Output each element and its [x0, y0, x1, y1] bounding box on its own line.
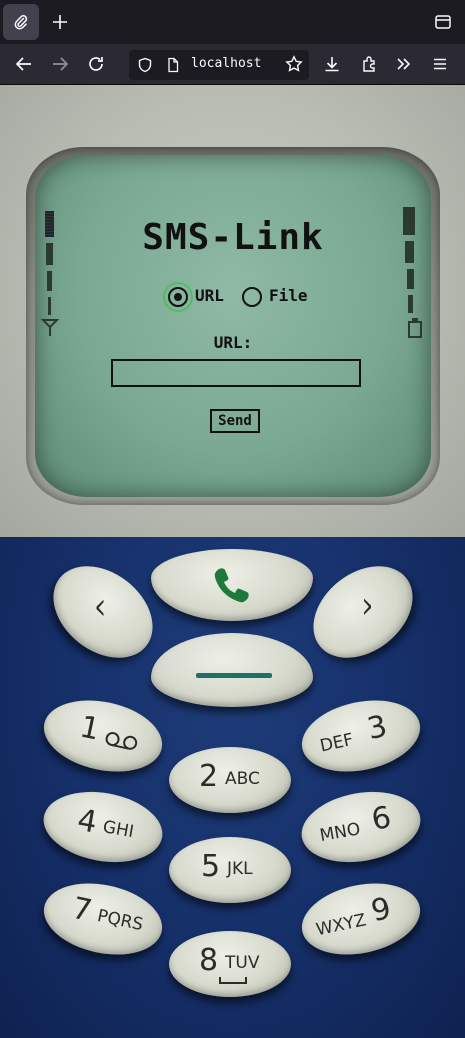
keypad: ^ ^ 1 2 ABC DEF 3 4 GHI 5 JKL MNO 6 7 PQ…	[0, 537, 465, 1038]
key-8-letters: TUV	[225, 953, 260, 973]
url-input[interactable]	[111, 359, 361, 387]
hamburger-icon	[434, 58, 446, 70]
key-5-letters: JKL	[227, 859, 253, 879]
star-icon	[285, 55, 303, 72]
key-7-letters: PQRS	[95, 906, 145, 936]
navigation-toolbar: localhost	[0, 44, 465, 85]
page-icon	[165, 57, 181, 73]
soft-right-caret-icon: ^	[345, 595, 376, 618]
tab-list-button[interactable]	[433, 12, 453, 32]
right-soft-key[interactable]: ^	[295, 547, 431, 677]
forward-button[interactable]	[48, 52, 72, 76]
key-8[interactable]: 8 TUV	[169, 931, 291, 997]
forward-arrow-icon	[53, 57, 69, 71]
app-title: SMS-Link	[142, 217, 324, 258]
key-4-number: 4	[74, 802, 100, 841]
radio-file[interactable]	[242, 287, 262, 307]
send-button[interactable]: Send	[210, 409, 260, 433]
soft-left-caret-icon: ^	[92, 596, 123, 619]
key-9-letters: WXYZ	[314, 910, 368, 941]
key-6-letters: MNO	[318, 819, 362, 847]
pinned-tab[interactable]	[3, 4, 39, 40]
back-arrow-icon	[15, 57, 31, 71]
download-icon	[325, 57, 339, 72]
key-7[interactable]: 7 PQRS	[37, 873, 169, 965]
key-2-number: 2	[199, 759, 219, 794]
radio-file-label[interactable]: File	[269, 286, 308, 305]
lcd-screen: SMS-Link URL File URL: Send	[35, 155, 431, 497]
tab-bar	[0, 0, 465, 44]
url-field-label: URL:	[213, 333, 253, 352]
space-bracket-icon	[219, 977, 247, 984]
key-9[interactable]: WXYZ 9	[295, 873, 427, 965]
key-8-number: 8	[199, 943, 219, 978]
reload-button[interactable]	[84, 52, 108, 76]
key-9-number: 9	[368, 891, 395, 930]
key-3[interactable]: DEF 3	[295, 690, 427, 782]
back-button[interactable]	[12, 52, 36, 76]
radio-url[interactable]	[168, 287, 188, 307]
paperclip-icon	[13, 14, 29, 30]
chevrons-right-icon	[397, 58, 411, 70]
call-key[interactable]	[151, 549, 313, 621]
menu-button[interactable]	[428, 52, 452, 76]
key-1-number: 1	[76, 709, 103, 748]
voicemail-icon	[102, 727, 140, 756]
key-2-letters: ABC	[225, 769, 260, 789]
new-tab-button[interactable]	[48, 10, 72, 34]
key-6[interactable]: MNO 6	[296, 783, 426, 871]
left-soft-key[interactable]: ^	[35, 547, 171, 677]
url-text: localhost	[191, 56, 262, 71]
bookmark-star-button[interactable]	[282, 52, 306, 76]
key-5-number: 5	[201, 849, 221, 884]
reload-icon	[89, 57, 103, 71]
key-6-number: 6	[368, 799, 394, 838]
downloads-button[interactable]	[320, 52, 344, 76]
end-key[interactable]	[151, 633, 313, 707]
phone-bezel: SMS-Link URL File URL: Send	[0, 85, 465, 537]
key-2[interactable]: 2 ABC	[169, 747, 291, 813]
key-3-letters: DEF	[318, 729, 356, 757]
key-7-number: 7	[68, 890, 95, 930]
phone-handset-icon	[211, 565, 251, 605]
extensions-button[interactable]	[358, 52, 382, 76]
hangup-bar-icon	[196, 673, 272, 678]
key-4-letters: GHI	[101, 817, 136, 843]
key-5[interactable]: 5 JKL	[169, 837, 291, 903]
more-tools-button[interactable]	[392, 52, 416, 76]
key-4[interactable]: 4 GHI	[38, 783, 168, 871]
puzzle-icon	[363, 56, 375, 72]
key-1[interactable]: 1	[37, 690, 169, 782]
shield-icon[interactable]	[137, 57, 153, 73]
key-3-number: 3	[364, 708, 391, 748]
radio-url-label[interactable]: URL	[195, 286, 224, 305]
